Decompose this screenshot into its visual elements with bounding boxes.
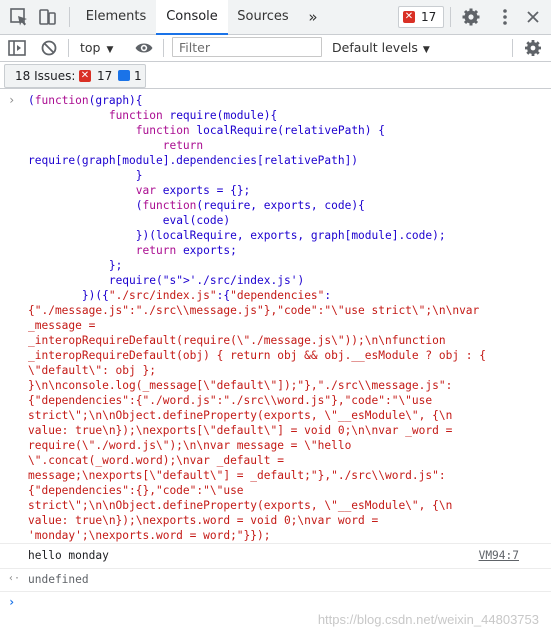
code-line: {"dependencies":{"./word.js":"./src\\wor… <box>28 394 433 407</box>
error-count: 17 <box>421 10 437 24</box>
close-icon[interactable] <box>522 6 544 28</box>
log-levels-dropdown[interactable]: Default levels ▼ <box>332 35 430 61</box>
console-input-entry: › (function(graph){ function require(mod… <box>0 89 551 544</box>
code-line: return exports; <box>135 244 237 257</box>
devtools-tab-bar: Elements Console Sources » ✕ 17 <box>0 0 551 35</box>
live-expression-eye-icon[interactable] <box>134 38 154 58</box>
toggle-sidebar-icon[interactable] <box>7 38 27 58</box>
code-line: value: true\n});\nexports[\"default\"] =… <box>28 424 453 437</box>
source-link[interactable]: VM94:7 <box>479 549 519 562</box>
result-return-arrow-icon: ‹· <box>8 573 21 584</box>
error-icon: ✕ <box>403 11 415 23</box>
code-line: strict\";\n\nObject.defineProperty(expor… <box>28 409 453 422</box>
clear-console-icon[interactable] <box>39 38 59 58</box>
console-result: ‹· undefined <box>0 569 551 592</box>
dropdown-arrow-icon: ▼ <box>422 45 430 55</box>
dropdown-arrow-icon: ▼ <box>106 45 114 55</box>
issues-label: 18 Issues: <box>15 69 76 83</box>
issues-bar: 18 Issues: ✕ 17 1 <box>0 62 551 89</box>
code-line: _interopRequireDefault(obj) { return obj… <box>28 349 487 362</box>
issues-info-count: 1 <box>134 69 142 83</box>
divider <box>512 39 513 57</box>
code-line: {"dependencies":{},"code":"\"use <box>28 484 244 497</box>
code-line: return <box>162 139 204 152</box>
code-line: 'monday';\nexports.word = word;"}}); <box>28 529 271 542</box>
more-options-icon[interactable] <box>494 6 516 28</box>
code-block[interactable]: (function(graph){ function require(modul… <box>28 93 545 543</box>
code-line: eval(code) <box>28 214 231 227</box>
code-line: _message = <box>28 319 96 332</box>
console-settings-gear-icon[interactable] <box>523 38 543 58</box>
code-line: function localRequire(relativePath) { <box>135 124 385 137</box>
divider <box>69 7 70 27</box>
issues-error-count: 17 <box>97 69 113 83</box>
code-line: \".concat(_word.word);\nvar _default = <box>28 454 284 467</box>
code-line: require(graph[module].dependencies[relat… <box>28 154 359 167</box>
log-text: hello monday <box>28 549 109 562</box>
code-line: require(\"./word.js\");\n\nvar message =… <box>28 439 352 452</box>
info-message-icon <box>118 70 130 81</box>
code-line: require("s">'./src/index.js') <box>28 274 305 287</box>
code-line: (function(require, exports, code){ <box>28 199 365 212</box>
console-toolbar: top ▼ Filter Default levels ▼ <box>0 35 551 62</box>
tab-sources[interactable]: Sources <box>230 0 296 34</box>
code-line: \"default\": obj }; <box>28 364 156 377</box>
context-selector[interactable]: top ▼ <box>80 35 113 61</box>
code-line: })(localRequire, exports, graph[module].… <box>28 229 446 242</box>
code-line: }\n\nconsole.log(_message[\"default\"]);… <box>28 379 453 392</box>
inspect-element-icon[interactable] <box>8 6 30 28</box>
divider <box>450 7 451 27</box>
console-log-message: hello monday VM94:7 <box>0 544 551 569</box>
code-line: }; <box>28 259 123 272</box>
divider <box>163 39 164 57</box>
code-line: (function(graph){ <box>28 94 143 107</box>
error-icon: ✕ <box>79 70 91 82</box>
tab-elements[interactable]: Elements <box>78 0 154 34</box>
watermark: https://blog.csdn.net/weixin_44803753 <box>317 612 539 627</box>
code-line: function require(module){ <box>108 109 278 122</box>
code-line: })({"./src/index.js":{"dependencies": <box>28 289 332 302</box>
more-tabs-button[interactable]: » <box>300 0 326 34</box>
code-line: message;\nexports[\"default\"] = _defaul… <box>28 469 446 482</box>
settings-gear-icon[interactable] <box>460 6 482 28</box>
input-prompt-chevron-icon: › <box>8 93 16 107</box>
code-line: _interopRequireDefault(require(\"./messa… <box>28 334 446 347</box>
code-line: strict\";\n\nObject.defineProperty(expor… <box>28 499 453 512</box>
console-messages: › (function(graph){ function require(mod… <box>0 89 551 633</box>
divider <box>68 39 69 57</box>
code-line: } <box>28 169 143 182</box>
code-line: var exports = {}; <box>135 184 251 197</box>
result-text: undefined <box>28 573 89 586</box>
tab-console[interactable]: Console <box>156 0 228 35</box>
code-line: {"./message.js":"./src\\message.js"},"co… <box>28 304 480 317</box>
context-label: top <box>80 40 101 55</box>
error-count-badge[interactable]: ✕ 17 <box>398 6 444 28</box>
device-toolbar-icon[interactable] <box>36 6 58 28</box>
prompt-chevron-icon: › <box>8 595 16 609</box>
issues-button[interactable]: 18 Issues: ✕ 17 1 <box>4 64 146 88</box>
code-line: value: true\n});\nexports.word = void 0;… <box>28 514 379 527</box>
filter-input[interactable]: Filter <box>172 37 322 57</box>
log-levels-label: Default levels <box>332 40 418 55</box>
console-prompt-input[interactable]: › <box>0 592 551 614</box>
